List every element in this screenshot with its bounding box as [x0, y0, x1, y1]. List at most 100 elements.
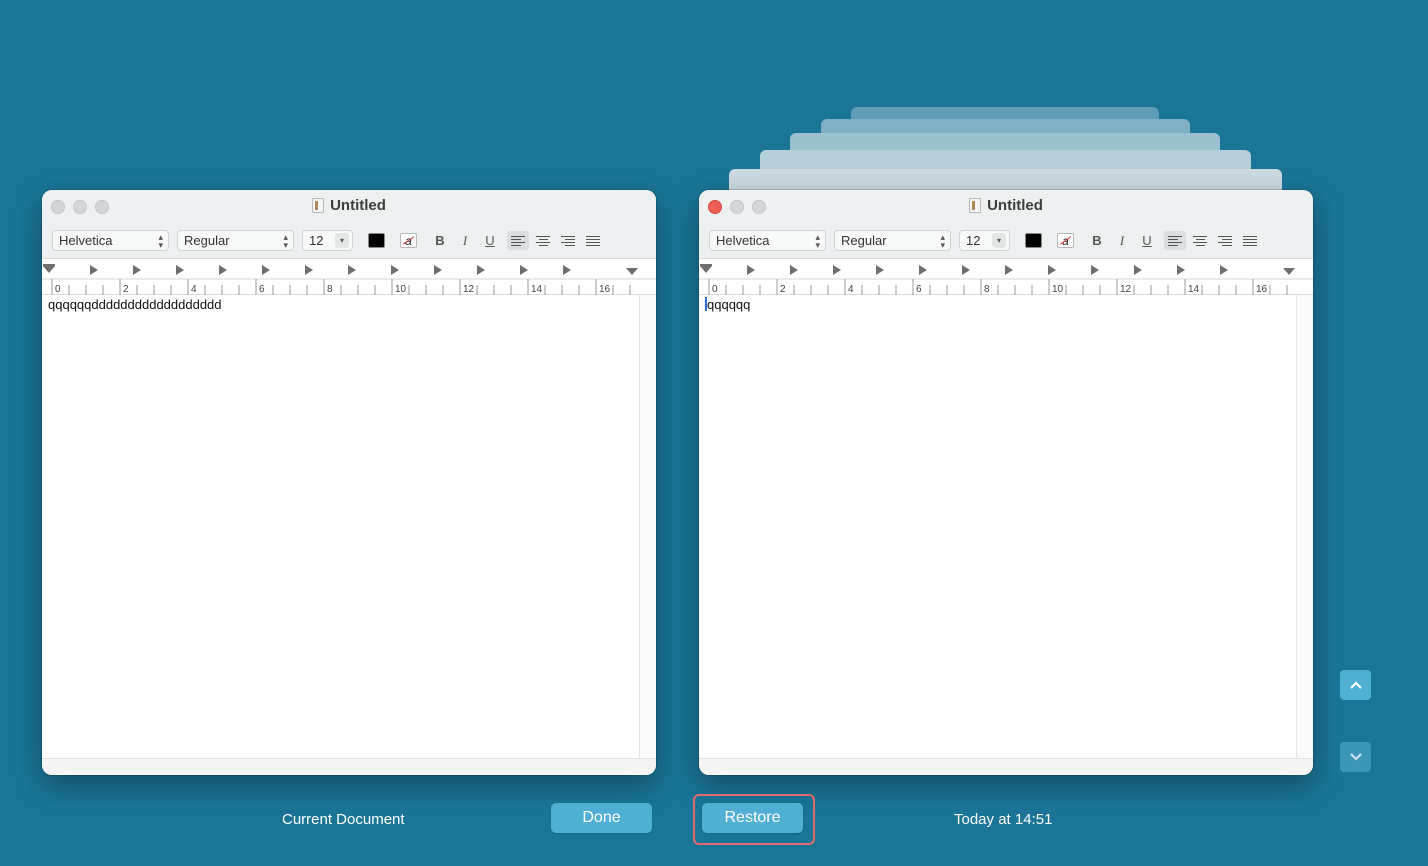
ruler[interactable]: 0 2 4 6 8 10 12 14 16 [699, 258, 1313, 295]
titlebar: Untitled Helvetica ▴ ▾ Regular ▴ ▾ 12 ▾ a … [42, 190, 656, 258]
version-document-window: Untitled Helvetica ▴ ▾ Regular ▴ ▾ 12 ▾ a … [699, 190, 1313, 775]
horizontal-scrollbar[interactable] [42, 758, 656, 775]
background-color-well[interactable]: a [1057, 233, 1074, 248]
bold-button[interactable]: B [1090, 233, 1104, 248]
ruler-label: 6 [259, 284, 265, 295]
version-timestamp-label: Today at 14:51 [954, 811, 1053, 828]
tab-stop-marker[interactable] [477, 265, 485, 275]
ruler-label: 2 [780, 284, 786, 295]
current-document-window: Untitled Helvetica ▴ ▾ Regular ▴ ▾ 12 ▾ a … [42, 190, 656, 775]
chevron-down-icon[interactable]: ▾ [992, 233, 1006, 248]
window-title: Untitled [699, 197, 1313, 214]
italic-button[interactable]: I [1115, 233, 1129, 249]
document-text-area[interactable]: qqqqqq [699, 295, 1296, 758]
tab-stop-marker[interactable] [520, 265, 528, 275]
done-button[interactable]: Done [551, 803, 652, 833]
text-color-well[interactable] [1025, 233, 1042, 248]
underline-button[interactable]: U [1140, 233, 1154, 248]
align-center-button[interactable] [1189, 231, 1211, 250]
newer-version-button[interactable] [1340, 742, 1371, 772]
ruler-label: 2 [123, 284, 129, 295]
bold-button[interactable]: B [433, 233, 447, 248]
font-family-select[interactable]: Helvetica ▴ ▾ [52, 230, 169, 251]
right-margin-marker[interactable] [1283, 268, 1295, 275]
vertical-scrollbar[interactable] [1296, 295, 1313, 758]
ruler-label: 12 [463, 284, 475, 295]
italic-button[interactable]: I [458, 233, 472, 249]
tab-stop-marker[interactable] [919, 265, 927, 275]
tab-stop-marker[interactable] [563, 265, 571, 275]
tab-stop-marker[interactable] [176, 265, 184, 275]
ruler-label: 6 [916, 284, 922, 295]
first-line-indent-marker [43, 266, 55, 273]
chevron-up-icon [1349, 681, 1362, 689]
window-title: Untitled [42, 197, 656, 214]
ruler-label: 16 [1256, 284, 1268, 295]
updown-icon: ▴ ▾ [158, 231, 163, 250]
tab-stop-marker[interactable] [90, 265, 98, 275]
align-center-button[interactable] [532, 231, 554, 250]
chevron-down-icon[interactable]: ▾ [335, 233, 349, 248]
tab-stop-marker[interactable] [133, 265, 141, 275]
left-indent-marker [700, 264, 712, 266]
tab-stop-marker[interactable] [1048, 265, 1056, 275]
vertical-scrollbar[interactable] [639, 295, 656, 758]
first-line-indent-marker [700, 266, 712, 273]
ruler-label: 10 [1052, 284, 1064, 295]
document-text-area[interactable]: qqqqqqdddddddddddddddddd [42, 295, 639, 758]
tab-stop-marker[interactable] [262, 265, 270, 275]
text-color-well[interactable] [368, 233, 385, 248]
font-family-select[interactable]: Helvetica ▴ ▾ [709, 230, 826, 251]
justify-button[interactable] [1239, 231, 1261, 250]
chevron-down-icon [1349, 753, 1362, 761]
tab-stop-marker[interactable] [747, 265, 755, 275]
updown-icon: ▴ ▾ [940, 231, 945, 250]
tab-stop-marker[interactable] [1177, 265, 1185, 275]
tab-stop-marker[interactable] [434, 265, 442, 275]
horizontal-scrollbar[interactable] [699, 758, 1313, 775]
document-icon [312, 198, 325, 213]
font-style-value: Regular [184, 233, 230, 248]
ruler-label: 8 [327, 284, 333, 295]
underline-button[interactable]: U [483, 233, 497, 248]
font-style-select[interactable]: Regular ▴ ▾ [177, 230, 294, 251]
font-size-value: 12 [309, 233, 324, 248]
right-margin-marker[interactable] [626, 268, 638, 275]
tab-stop-marker[interactable] [1134, 265, 1142, 275]
left-indent-marker [43, 264, 55, 266]
font-size-combo[interactable]: 12 ▾ [302, 230, 353, 251]
tab-stop-marker[interactable] [1091, 265, 1099, 275]
format-toolbar: Helvetica ▴ ▾ Regular ▴ ▾ 12 ▾ a B I U [52, 230, 646, 251]
older-version-button[interactable] [1340, 670, 1371, 700]
tab-stop-marker[interactable] [391, 265, 399, 275]
align-right-button[interactable] [557, 231, 579, 250]
ruler-label: 16 [599, 284, 611, 295]
font-style-value: Regular [841, 233, 887, 248]
window-title-text: Untitled [987, 197, 1043, 214]
ruler[interactable]: 0 2 4 6 8 10 12 14 16 [42, 258, 656, 295]
updown-icon: ▴ ▾ [283, 231, 288, 250]
tab-stop-marker[interactable] [790, 265, 798, 275]
restore-button[interactable]: Restore [702, 803, 803, 833]
tab-stop-marker[interactable] [962, 265, 970, 275]
tab-stop-marker[interactable] [833, 265, 841, 275]
align-left-button[interactable] [1164, 231, 1186, 250]
ruler-label: 0 [712, 284, 718, 295]
align-right-button[interactable] [1214, 231, 1236, 250]
window-title-text: Untitled [330, 197, 386, 214]
background-color-well[interactable]: a [400, 233, 417, 248]
ruler-label: 4 [848, 284, 854, 295]
tab-stop-marker[interactable] [1005, 265, 1013, 275]
tab-stop-marker[interactable] [348, 265, 356, 275]
alignment-group [507, 231, 604, 250]
tab-stop-marker[interactable] [876, 265, 884, 275]
justify-button[interactable] [582, 231, 604, 250]
document-icon [969, 198, 982, 213]
tab-stop-marker[interactable] [305, 265, 313, 275]
ruler-label: 10 [395, 284, 407, 295]
font-style-select[interactable]: Regular ▴ ▾ [834, 230, 951, 251]
tab-stop-marker[interactable] [1220, 265, 1228, 275]
align-left-button[interactable] [507, 231, 529, 250]
font-size-combo[interactable]: 12 ▾ [959, 230, 1010, 251]
tab-stop-marker[interactable] [219, 265, 227, 275]
